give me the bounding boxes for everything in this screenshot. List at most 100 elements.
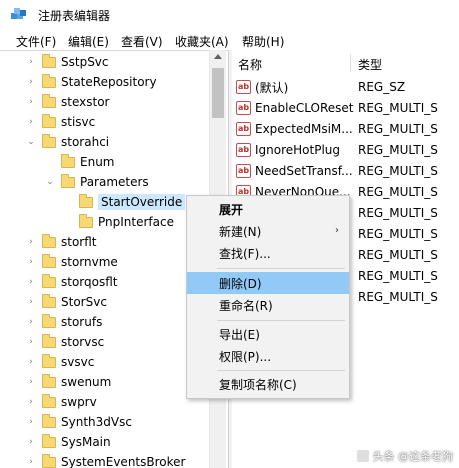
tree-item-sysmain[interactable]: › SysMain [26, 432, 111, 452]
value-type: REG_MULTI_S [358, 143, 438, 157]
menu-item-expand[interactable]: 展开 [187, 198, 349, 220]
value-name: EnableCLOReset [255, 101, 354, 115]
tree-item-sstpsvc[interactable]: › SstpSvc [26, 52, 109, 72]
string-value-icon: ab [236, 143, 251, 157]
chevron-right-icon[interactable]: › [26, 97, 36, 107]
tree-item-swprv[interactable]: › swprv [26, 392, 97, 412]
value-row[interactable]: ab EnableCLOReset REG_MULTI_S [236, 98, 456, 118]
tree-item-stornvme[interactable]: › stornvme [26, 252, 118, 272]
folder-icon [42, 53, 56, 68]
chevron-right-icon[interactable]: › [26, 397, 36, 407]
value-name: NeedSetTransf... [255, 164, 353, 178]
chevron-right-icon[interactable]: › [26, 337, 36, 347]
tree-item-stisvc[interactable]: › stisvc [26, 112, 95, 132]
tree-item-pnpinterface[interactable]: PnpInterface [63, 212, 174, 232]
chevron-right-icon[interactable]: › [26, 257, 36, 267]
folder-icon [42, 113, 56, 128]
chevron-right-icon[interactable]: › [26, 77, 36, 87]
menu-item-delete[interactable]: 删除(D) [187, 272, 349, 294]
chevron-right-icon[interactable]: › [26, 457, 36, 467]
folder-icon [42, 73, 56, 88]
tree-item-label: stexstor [61, 95, 110, 109]
string-value-icon: ab [236, 80, 251, 94]
tree-item-staterepository[interactable]: › StateRepository [26, 72, 157, 92]
menu-favorites[interactable]: 收藏夹(A) [175, 33, 229, 50]
registry-editor-icon [11, 8, 26, 19]
scroll-up-icon[interactable] [214, 54, 222, 59]
tree-item-storflt[interactable]: › storflt [26, 232, 97, 252]
menu-item-label: 展开 [219, 202, 244, 217]
menu-item-export[interactable]: 导出(E) [187, 323, 349, 345]
menu-item-label: 导出(E) [219, 327, 260, 342]
value-type: REG_MULTI_S [358, 248, 438, 262]
menu-view[interactable]: 查看(V) [121, 33, 163, 50]
tree-item-storqosflt[interactable]: › storqosflt [26, 272, 118, 292]
folder-icon [42, 233, 56, 248]
value-type: REG_MULTI_S [358, 290, 438, 304]
value-type: REG_MULTI_S [358, 122, 438, 136]
folder-icon [61, 153, 75, 168]
chevron-right-icon[interactable]: › [26, 417, 36, 427]
tree-item-label: stisvc [61, 115, 96, 129]
chevron-right-icon[interactable]: › [26, 237, 36, 247]
chevron-right-icon[interactable]: › [26, 317, 36, 327]
column-header-name[interactable]: 名称 [238, 56, 262, 73]
tree-item-svsvc[interactable]: › svsvc [26, 352, 94, 372]
chevron-right-icon[interactable]: › [26, 277, 36, 287]
tree-item-label: storufs [61, 315, 103, 329]
value-row[interactable]: ab (默认) REG_SZ [236, 77, 456, 97]
tree-item-storahci[interactable]: ⌄ storahci [26, 132, 109, 152]
folder-icon [42, 353, 56, 368]
tree-item-label: SysMain [61, 435, 111, 449]
value-row[interactable]: ab NeedSetTransf... REG_MULTI_S [236, 161, 456, 181]
menu-edit[interactable]: 编辑(E) [68, 33, 109, 50]
tree-item-enum[interactable]: Enum [45, 152, 114, 172]
tree-item-systemeventsbroker[interactable]: › SystemEventsBroker [26, 452, 185, 468]
chevron-right-icon[interactable]: › [26, 437, 36, 447]
menu-item-permissions[interactable]: 权限(P)... [187, 345, 349, 367]
chevron-down-icon[interactable]: ⌄ [26, 137, 36, 147]
tree-item-label: storahci [61, 135, 110, 149]
chevron-right-icon[interactable]: › [26, 117, 36, 127]
tree-item-swenum[interactable]: › swenum [26, 372, 111, 392]
chevron-right-icon[interactable]: › [26, 377, 36, 387]
menu-item-rename[interactable]: 重命名(R) [187, 294, 349, 316]
tree-item-label: SystemEventsBroker [61, 455, 186, 468]
value-row[interactable]: ab ExpectedMsiM... REG_MULTI_S [236, 119, 456, 139]
tree-item-synth3dvsc[interactable]: › Synth3dVsc [26, 412, 132, 432]
chevron-right-icon[interactable]: › [26, 357, 36, 367]
chevron-down-icon[interactable]: ⌄ [45, 177, 55, 187]
tree-item-startoverride[interactable]: StartOverride [63, 192, 186, 212]
menu-separator [217, 370, 345, 371]
chevron-right-icon[interactable]: › [26, 297, 36, 307]
menu-item-new[interactable]: 新建(N) › [187, 220, 349, 242]
column-divider[interactable] [350, 54, 351, 72]
tree-item-label: stornvme [61, 255, 118, 269]
tree-item-storufs[interactable]: › storufs [26, 312, 102, 332]
menu-item-label: 复制项名称(C) [219, 377, 297, 392]
value-type: REG_MULTI_S [358, 206, 438, 220]
value-name: IgnoreHotPlug [255, 143, 341, 157]
menu-file[interactable]: 文件(F) [16, 33, 56, 50]
folder-icon [42, 433, 56, 448]
folder-icon [79, 193, 93, 208]
tree-item-label: StateRepository [61, 75, 157, 89]
menu-help[interactable]: 帮助(H) [242, 33, 284, 50]
value-name: (默认) [255, 80, 289, 95]
menu-item-label: 删除(D) [219, 276, 262, 291]
value-row[interactable]: ab IgnoreHotPlug REG_MULTI_S [236, 140, 456, 160]
value-type: REG_MULTI_S [358, 269, 438, 283]
menu-item-find[interactable]: 查找(F)... [187, 242, 349, 264]
folder-icon [79, 213, 93, 228]
tree-item-storsvc[interactable]: › StorSvc [26, 292, 107, 312]
tree-item-label: swprv [61, 395, 97, 409]
watermark: 头条 @这条老狗 [355, 448, 453, 464]
column-header-type[interactable]: 类型 [358, 56, 382, 73]
chevron-right-icon[interactable]: › [26, 57, 36, 67]
menu-item-copy-key-name[interactable]: 复制项名称(C) [187, 373, 349, 395]
tree-item-storvsc[interactable]: › storvsc [26, 332, 104, 352]
tree-item-stexstor[interactable]: › stexstor [26, 92, 109, 112]
tree-item-parameters[interactable]: ⌄ Parameters [45, 172, 149, 192]
scrollbar-thumb[interactable] [212, 68, 224, 118]
tree-item-label: PnpInterface [98, 215, 174, 229]
